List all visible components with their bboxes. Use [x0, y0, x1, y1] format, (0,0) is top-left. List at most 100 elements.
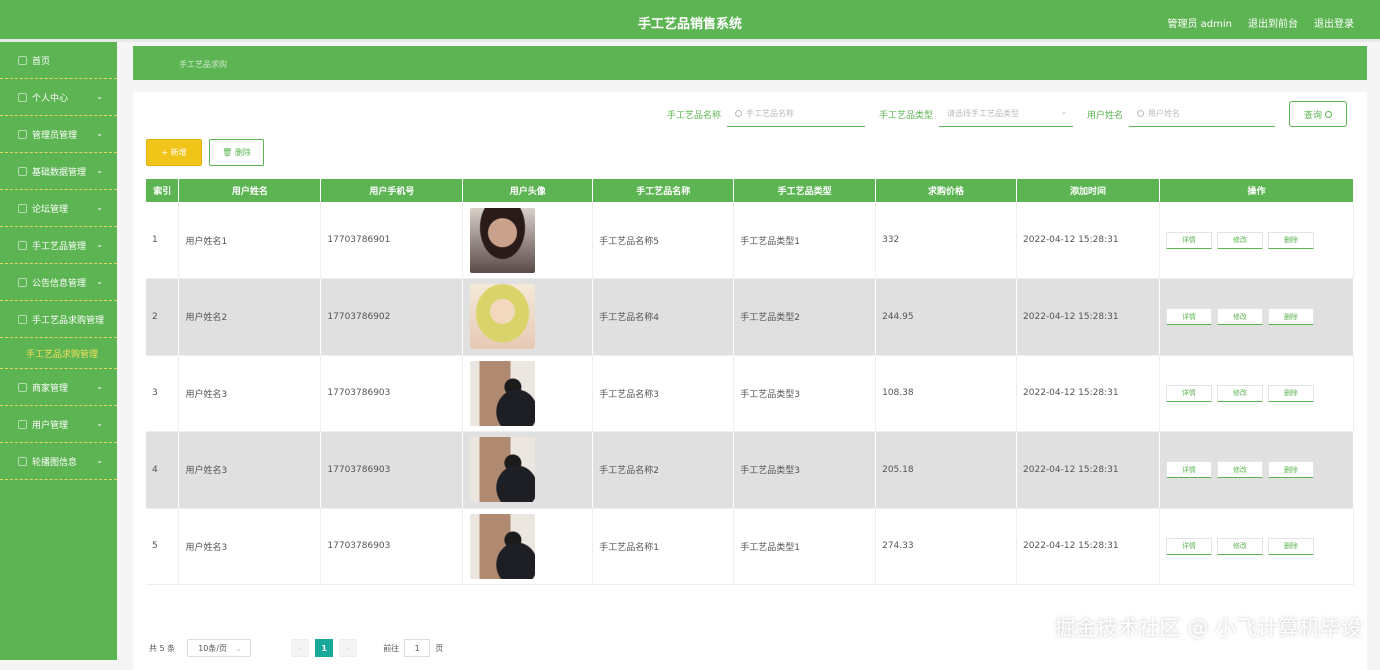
table-row: 2 用户姓名2 17703786902 手工艺品名称4 手工艺品类型2 244.…	[146, 278, 1355, 356]
user-name-input[interactable]: 用户姓名	[1129, 101, 1275, 127]
page-number[interactable]: 1	[315, 639, 334, 657]
cell-time: 2022-04-12 15:28:31	[1016, 202, 1160, 279]
cell-craft-type: 手工艺品类型2	[733, 278, 877, 356]
cart-icon	[18, 314, 27, 324]
search-button[interactable]: 查询	[1289, 101, 1347, 127]
trash-icon: 🗑	[222, 148, 233, 157]
sidebar-item-crafts[interactable]: 手工艺品管理 ⌄	[0, 227, 117, 264]
detail-button[interactable]: 详情	[1165, 231, 1212, 249]
breadcrumb: 手工艺品求购	[133, 46, 1367, 80]
page-size-select[interactable]: 10条/页 ⌄	[187, 639, 252, 657]
cell-price: 332	[875, 202, 1018, 279]
chevron-down-icon: ⌄	[235, 643, 242, 653]
avatar[interactable]	[470, 284, 536, 350]
craft-name-label: 手工艺品名称	[666, 110, 721, 121]
watermark: 掘金技术社区 @ 小飞计算机毕设	[1054, 616, 1362, 640]
breadcrumb-text: 手工艺品求购	[179, 60, 227, 69]
cell-user-name: 用户姓名3	[178, 431, 322, 509]
sidebar-item-carousel[interactable]: 轮播图信息 ⌄	[0, 443, 117, 480]
detail-button[interactable]: 详情	[1165, 308, 1212, 326]
col-user-name: 用户姓名	[178, 179, 322, 202]
sidebar-item-profile[interactable]: 个人中心 ⌄	[0, 79, 117, 116]
edit-button[interactable]: 修改	[1216, 461, 1263, 479]
search-icon	[734, 110, 742, 117]
col-craft-type: 手工艺品类型	[733, 179, 877, 202]
batch-delete-button[interactable]: 🗑 删除	[209, 139, 264, 166]
sidebar-item-label: 首页	[32, 56, 51, 67]
sidebar-item-admins[interactable]: 管理员管理 ⌄	[0, 116, 117, 153]
craft-type-select[interactable]: 请选择手工艺品类型 ⌄	[938, 101, 1073, 127]
purchase-table: 索引 用户姓名 用户手机号 用户头像 手工艺品名称 手工艺品类型 求购价格 添加…	[146, 179, 1355, 585]
admin-label: 管理员 admin	[1167, 19, 1232, 30]
craft-name-input[interactable]: 手工艺品名称	[726, 101, 865, 127]
detail-button[interactable]: 详情	[1165, 384, 1212, 402]
cell-craft-type: 手工艺品类型3	[733, 355, 877, 432]
delete-button[interactable]: 删除	[1267, 308, 1314, 326]
sidebar-item-merchants[interactable]: 商家管理 ⌄	[0, 369, 117, 406]
cell-craft-name: 手工艺品名称3	[592, 355, 735, 432]
col-avatar: 用户头像	[462, 179, 594, 202]
avatar[interactable]	[470, 360, 536, 426]
search-bar: 手工艺品名称 手工艺品名称 手工艺品类型 请选择手工艺品类型 ⌄ 用户姓名 用户姓…	[667, 101, 1347, 127]
col-price: 求购价格	[875, 179, 1018, 202]
chevron-down-icon: ⌄	[96, 456, 103, 465]
sidebar-item-label: 轮播图信息	[32, 457, 78, 468]
avatar[interactable]	[470, 437, 536, 503]
add-button[interactable]: + 新增	[146, 139, 202, 166]
search-icon	[1324, 110, 1332, 118]
cell-craft-type: 手工艺品类型3	[733, 431, 877, 509]
image-icon	[18, 456, 27, 466]
sidebar-item-purchase[interactable]: 手工艺品求购管理	[0, 301, 117, 338]
col-index: 索引	[146, 179, 180, 202]
top-bar: 手工艺品销售系统 管理员 admin 退出到前台 退出登录	[0, 0, 1380, 42]
sidebar-item-label: 手工艺品求购管理	[32, 315, 105, 326]
detail-button[interactable]: 详情	[1165, 461, 1212, 479]
sidebar-item-users[interactable]: 用户管理 ⌄	[0, 406, 117, 443]
sidebar-item-home[interactable]: 首页	[0, 42, 117, 79]
cell-user-name: 用户姓名1	[178, 202, 322, 279]
table-header-row: 索引 用户姓名 用户手机号 用户头像 手工艺品名称 手工艺品类型 求购价格 添加…	[146, 179, 1355, 202]
sidebar-subitem-purchase[interactable]: 手工艺品求购管理	[0, 338, 117, 369]
logout-link[interactable]: 退出登录	[1314, 15, 1354, 30]
table-row: 5 用户姓名3 17703786903 手工艺品名称1 手工艺品类型1 274.…	[146, 508, 1355, 585]
edit-button[interactable]: 修改	[1216, 537, 1263, 555]
notice-icon	[18, 277, 27, 287]
avatar[interactable]	[470, 207, 536, 273]
goto-page-input[interactable]: 1	[404, 639, 431, 657]
avatar[interactable]	[470, 513, 536, 579]
cell-user-phone: 17703786903	[320, 508, 464, 585]
col-user-phone: 用户手机号	[320, 179, 464, 202]
prev-page-button[interactable]: ‹	[291, 639, 310, 657]
back-to-front-link[interactable]: 退出到前台	[1248, 15, 1298, 30]
sidebar-item-forum[interactable]: 论坛管理 ⌄	[0, 190, 117, 227]
main-area: 手工艺品求购 手工艺品名称 手工艺品名称 手工艺品类型 请选择手工艺品类型 ⌄ 用…	[133, 46, 1367, 670]
chevron-down-icon: ⌄	[96, 277, 103, 286]
delete-button[interactable]: 删除	[1267, 384, 1314, 402]
col-actions: 操作	[1159, 179, 1355, 202]
sidebar-item-label: 手工艺品求购管理	[26, 349, 99, 360]
sidebar-item-basedata[interactable]: 基础数据管理 ⌄	[0, 153, 117, 190]
craft-icon	[18, 240, 27, 250]
delete-button[interactable]: 删除	[1267, 461, 1314, 479]
user-name-label: 用户姓名	[1086, 110, 1123, 121]
edit-button[interactable]: 修改	[1216, 384, 1263, 402]
detail-button[interactable]: 详情	[1165, 537, 1212, 555]
sidebar-item-label: 个人中心	[32, 93, 69, 104]
next-page-button[interactable]: ›	[339, 639, 358, 657]
pagination: 共 5 条 10条/页 ⌄ ‹ 1 › 前往 1 页	[149, 639, 443, 657]
col-craft-name: 手工艺品名称	[592, 179, 735, 202]
cell-craft-type: 手工艺品类型1	[733, 508, 877, 585]
delete-button[interactable]: 删除	[1267, 231, 1314, 249]
cell-user-phone: 17703786903	[320, 431, 464, 509]
sidebar-item-notices[interactable]: 公告信息管理 ⌄	[0, 264, 117, 301]
delete-button[interactable]: 删除	[1267, 537, 1314, 555]
edit-button[interactable]: 修改	[1216, 308, 1263, 326]
sidebar-item-label: 管理员管理	[32, 130, 78, 141]
edit-button[interactable]: 修改	[1216, 231, 1263, 249]
cell-price: 274.33	[875, 508, 1018, 585]
cell-time: 2022-04-12 15:28:31	[1016, 508, 1160, 585]
page-suffix: 页	[435, 643, 444, 653]
cell-index: 4	[146, 431, 180, 509]
cell-craft-name: 手工艺品名称1	[592, 508, 735, 585]
users-icon	[18, 419, 27, 429]
